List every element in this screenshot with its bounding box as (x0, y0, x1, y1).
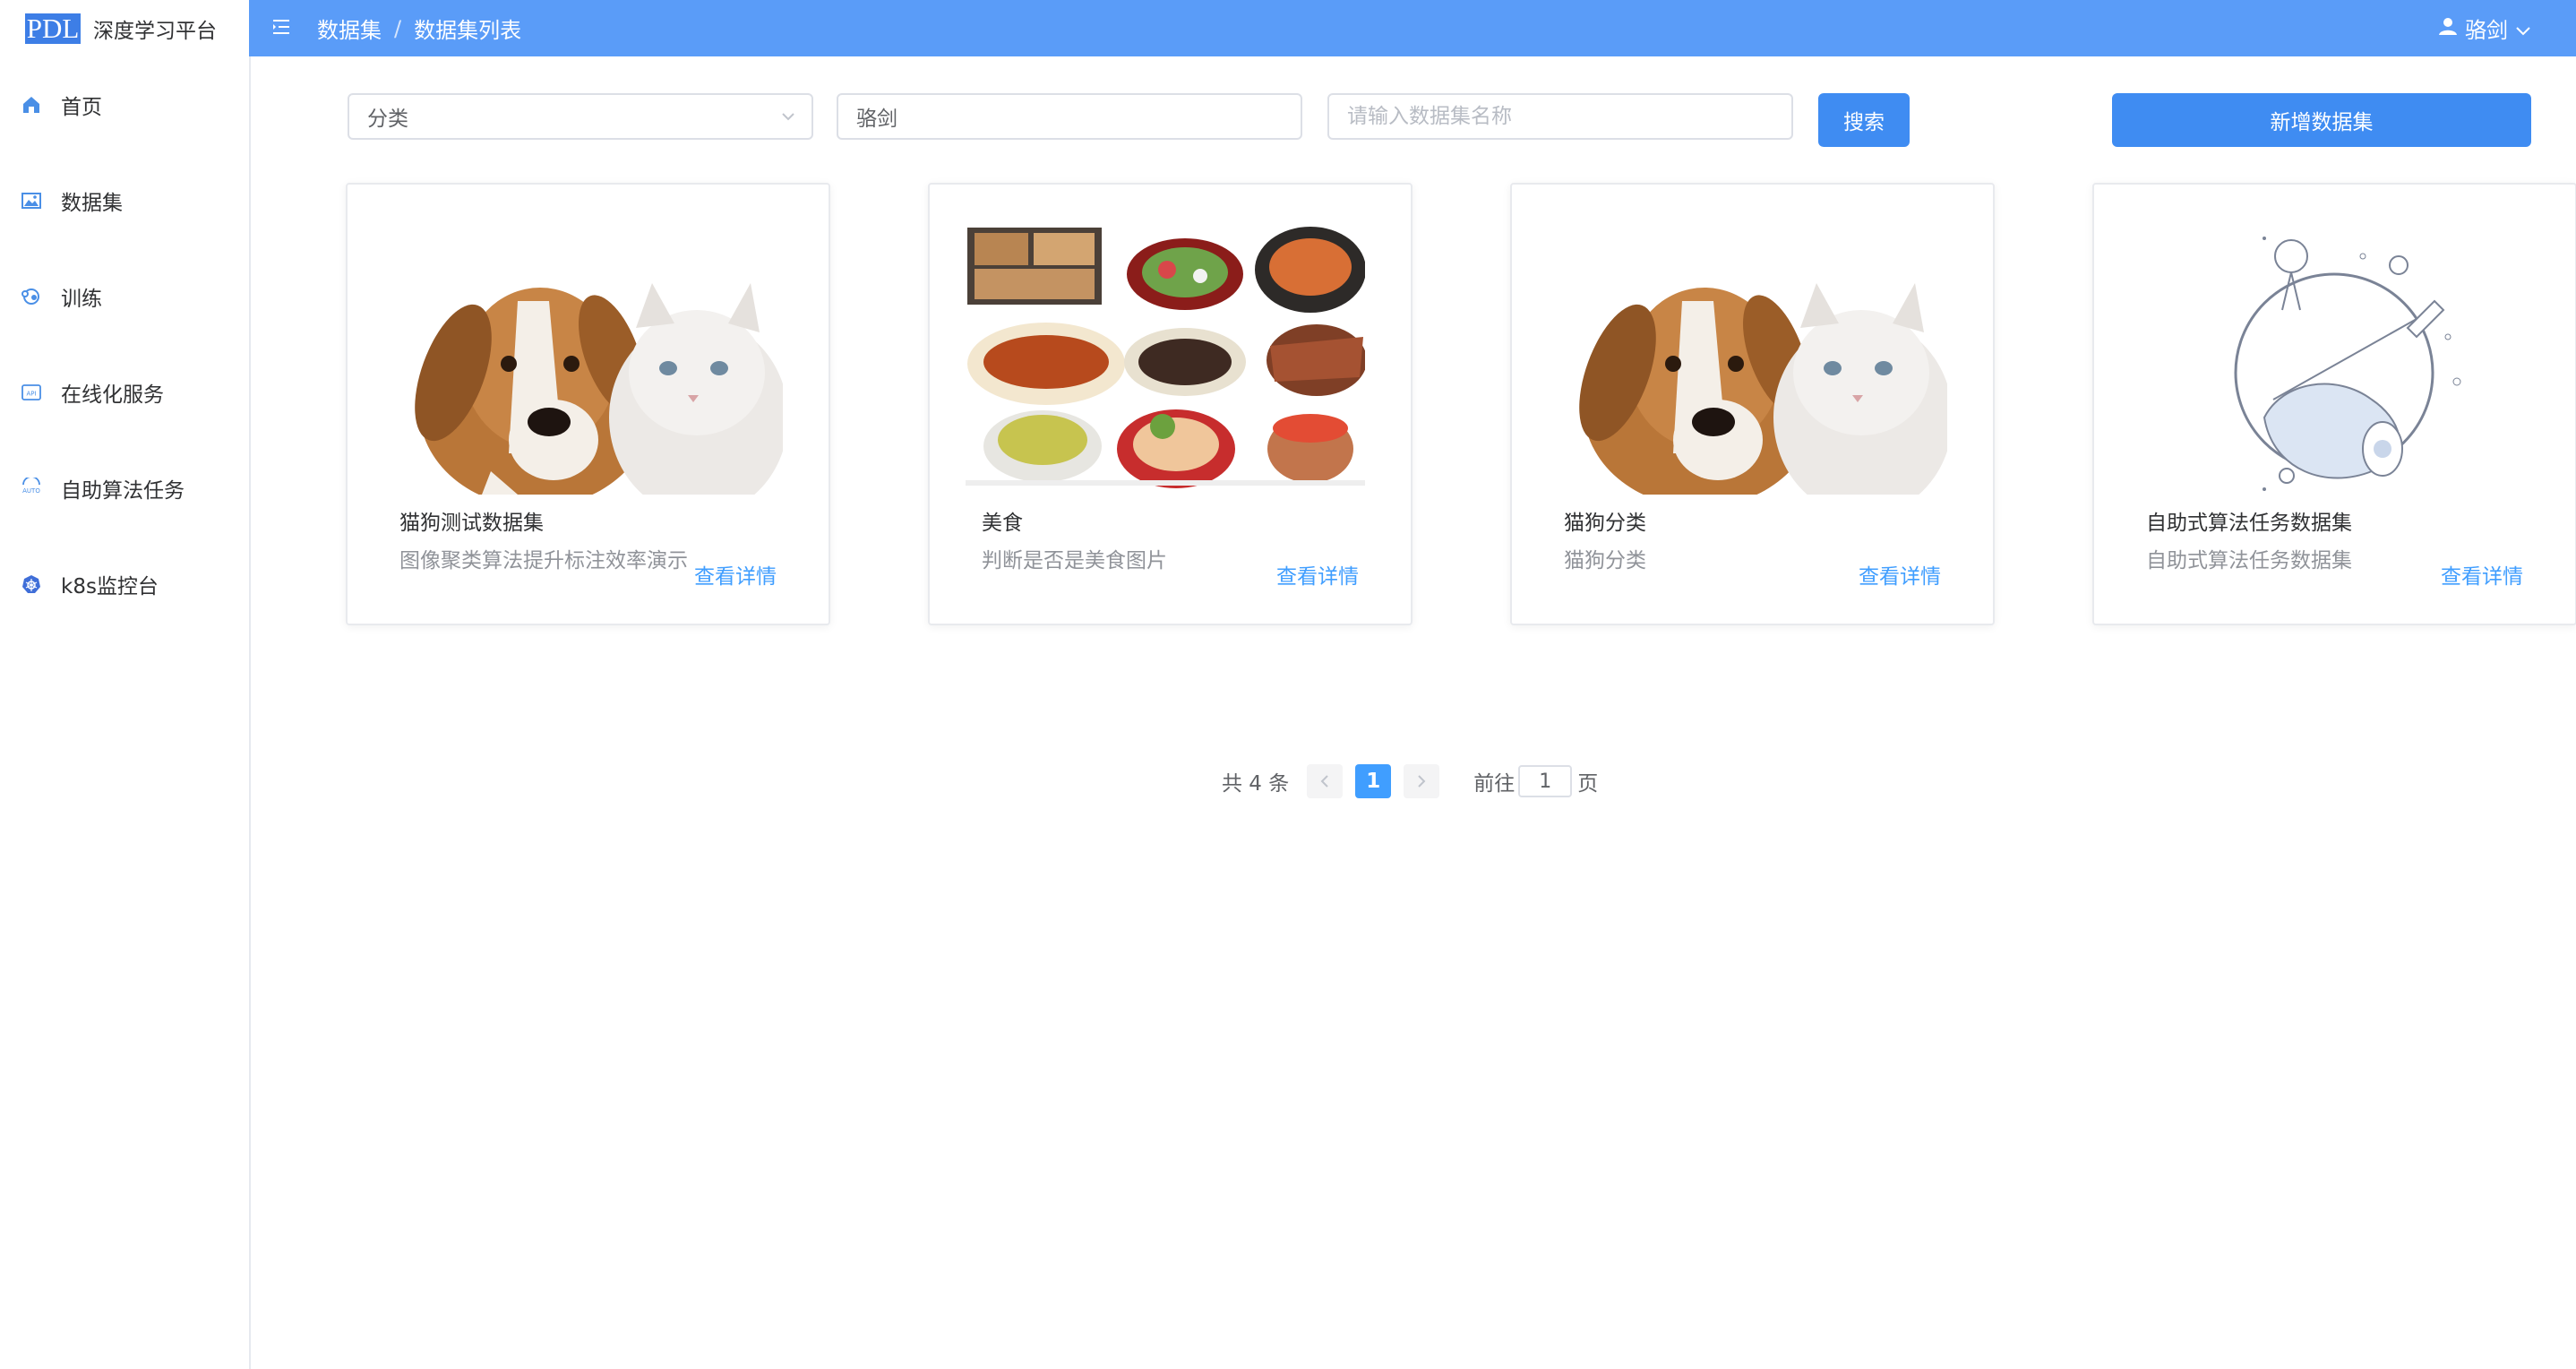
sidebar-item-train[interactable]: 训练 (0, 248, 249, 344)
dataset-card: 猫狗分类 猫狗分类 查看详情 (1510, 183, 1995, 625)
sidebar-item-label: 训练 (61, 287, 102, 311)
svg-text:API: API (26, 390, 36, 397)
view-details-link[interactable]: 查看详情 (2441, 559, 2523, 590)
page-number[interactable]: 1 (1355, 764, 1392, 798)
dataset-card: 自助式算法任务数据集 自助式算法任务数据集 查看详情 (2092, 183, 2576, 625)
card-description: 猫狗分类 (1564, 549, 1646, 573)
sidebar: PDL 深度学习平台 首页 数据集 训练 API 在线化服务 AUTO 自助算法… (0, 0, 251, 1369)
dataset-card: 猫狗测试数据集 图像聚类算法提升标注效率演示 查看详情 (346, 183, 830, 625)
dataset-thumbnail-dog-cat (1548, 220, 1947, 495)
card-title: 自助式算法任务数据集 (2146, 512, 2352, 535)
sidebar-item-label: 数据集 (61, 191, 123, 215)
sidebar-item-label: 在线化服务 (61, 383, 164, 407)
search-button[interactable]: 搜索 (1818, 93, 1910, 147)
train-icon (20, 285, 43, 308)
breadcrumb-separator: / (394, 15, 402, 41)
top-bar: 数据集 / 数据集列表 骆剑 (249, 0, 2576, 56)
pagination: 共 4 条 1 前往 页 (1222, 763, 1598, 799)
collapse-sidebar-button[interactable] (269, 16, 294, 41)
sidebar-item-label: 自助算法任务 (61, 478, 185, 503)
page-suffix: 页 (1577, 772, 1599, 796)
sidebar-item-label: k8s监控台 (61, 574, 159, 598)
sidebar-item-dataset[interactable]: 数据集 (0, 152, 249, 248)
sidebar-item-k8s[interactable]: k8s监控台 (0, 536, 249, 632)
next-page-button[interactable] (1404, 764, 1440, 798)
breadcrumb-item-current: 数据集列表 (414, 18, 522, 43)
dataset-card: 美食 判断是否是美食图片 查看详情 (928, 183, 1413, 625)
card-description: 判断是否是美食图片 (982, 549, 1167, 573)
goto-page-input[interactable] (1518, 765, 1573, 797)
card-description: 图像聚类算法提升标注效率演示 (399, 549, 688, 573)
prev-page-button[interactable] (1307, 764, 1344, 798)
dataset-thumbnail-space (2130, 220, 2529, 495)
sidebar-item-online-service[interactable]: API 在线化服务 (0, 344, 249, 440)
brand-logo: PDL (25, 12, 81, 44)
kubernetes-icon (20, 573, 43, 596)
svg-text:AUTO: AUTO (22, 487, 40, 495)
pagination-total: 共 4 条 (1222, 772, 1290, 796)
category-select-value: 分类 (367, 108, 408, 131)
dataset-name-input[interactable] (1327, 93, 1793, 140)
goto-label: 前往 (1473, 772, 1516, 796)
home-icon (20, 93, 43, 116)
dataset-thumbnail-food (966, 220, 1365, 495)
card-title: 猫狗分类 (1564, 512, 1646, 535)
category-select[interactable]: 分类 (348, 93, 813, 140)
creator-input[interactable] (837, 93, 1302, 140)
breadcrumb-item[interactable]: 数据集 (317, 13, 382, 44)
add-dataset-button[interactable]: 新增数据集 (2112, 93, 2531, 147)
breadcrumb: 数据集 / 数据集列表 (317, 13, 521, 44)
user-icon (2438, 16, 2458, 41)
sidebar-item-label: 首页 (61, 95, 102, 119)
chevron-down-icon (779, 108, 797, 131)
sidebar-item-home[interactable]: 首页 (0, 56, 249, 152)
view-details-link[interactable]: 查看详情 (1859, 559, 1941, 590)
user-name: 骆剑 (2465, 18, 2508, 43)
brand: PDL 深度学习平台 (0, 0, 249, 56)
menu-fold-icon (270, 18, 292, 39)
view-details-link[interactable]: 查看详情 (1276, 559, 1359, 590)
user-menu[interactable]: 骆剑 (2438, 0, 2531, 56)
sidebar-menu: 首页 数据集 训练 API 在线化服务 AUTO 自助算法任务 k8s监控台 (0, 56, 249, 632)
card-title: 美食 (982, 512, 1023, 535)
api-icon: API (20, 381, 43, 404)
card-title: 猫狗测试数据集 (399, 512, 544, 535)
dataset-thumbnail-dog-cat (383, 220, 783, 495)
card-description: 自助式算法任务数据集 (2146, 549, 2352, 573)
sidebar-item-auto-task[interactable]: AUTO 自助算法任务 (0, 440, 249, 536)
auto-icon: AUTO (20, 477, 43, 500)
chevron-down-icon (2515, 16, 2531, 41)
brand-name: 深度学习平台 (93, 19, 217, 43)
view-details-link[interactable]: 查看详情 (694, 559, 777, 590)
image-icon (20, 189, 43, 212)
